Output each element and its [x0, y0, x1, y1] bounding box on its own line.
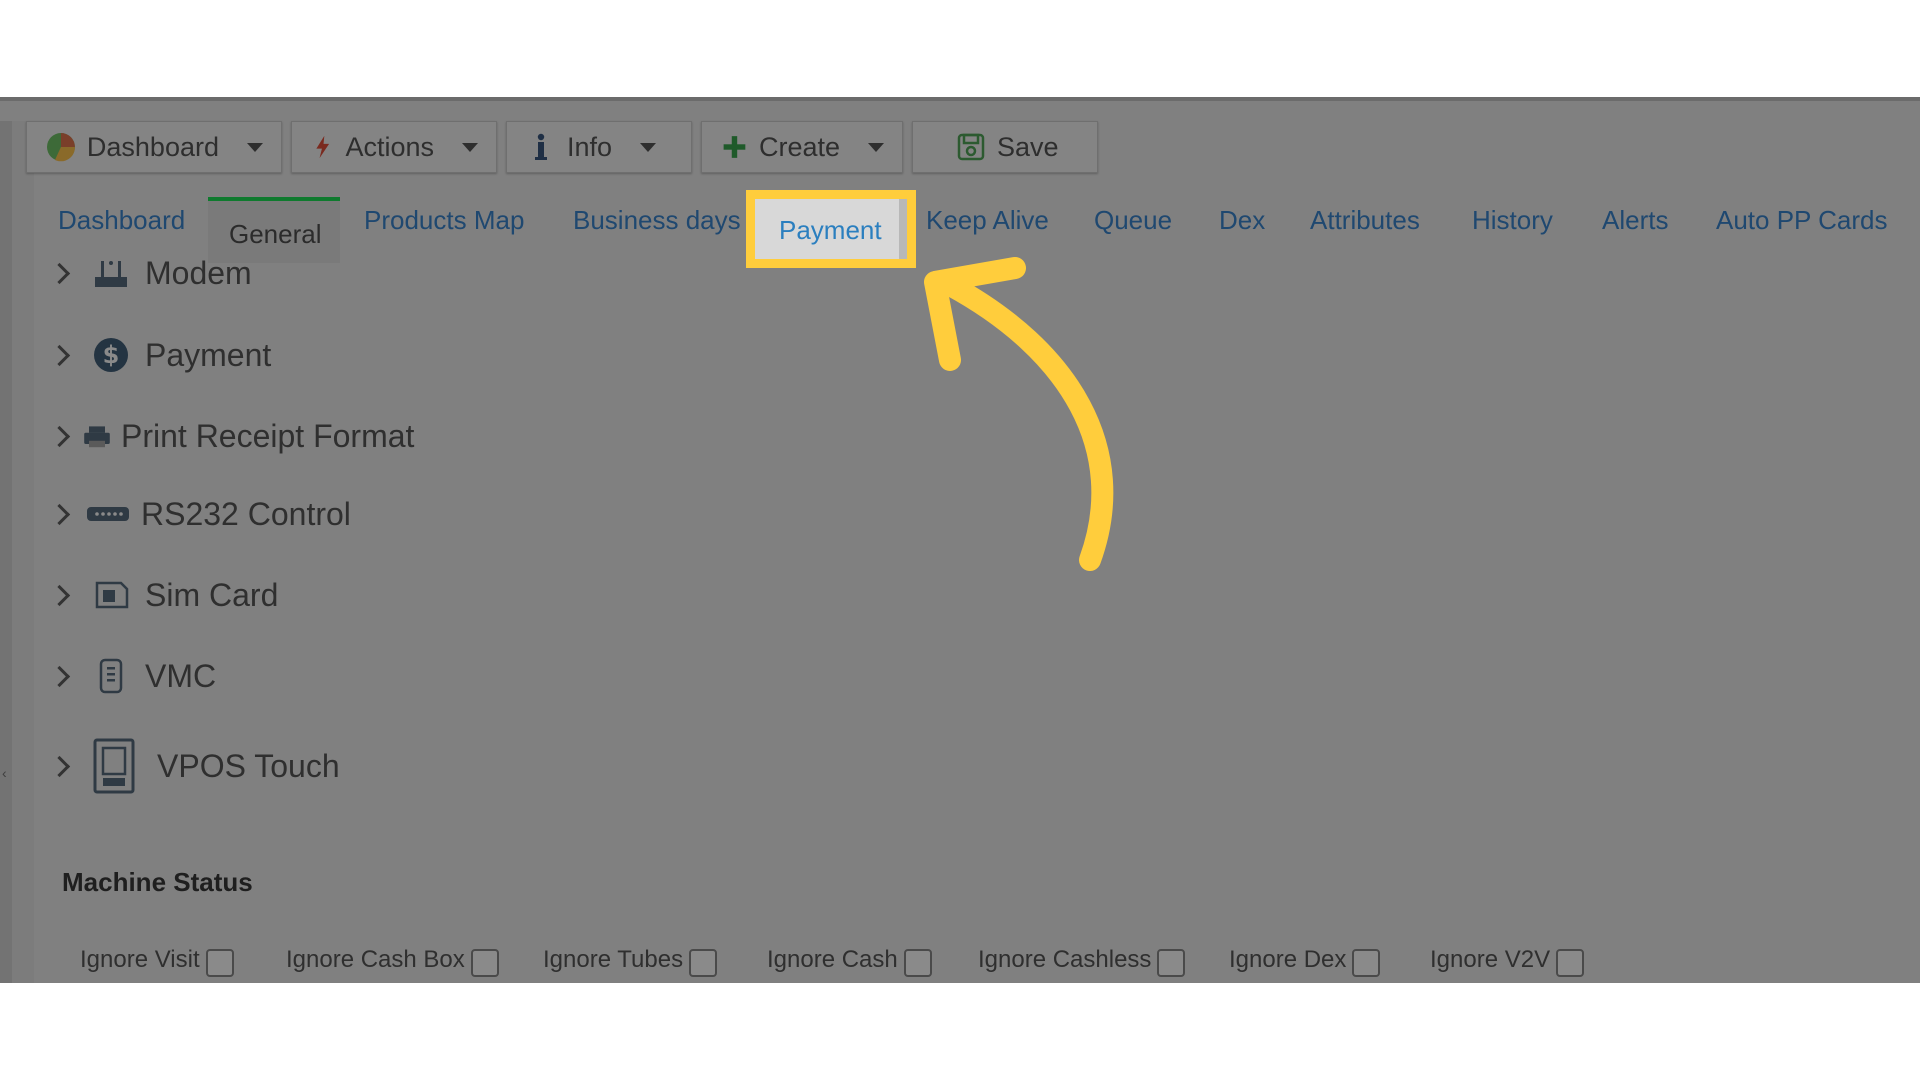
lightning-icon — [316, 135, 330, 159]
tree-item-rs232-control[interactable]: RS232 Control — [48, 490, 351, 538]
tree-item-label: Modem — [145, 254, 252, 291]
ignore-v2v-checkbox[interactable] — [1556, 949, 1585, 977]
dashboard-dropdown-button[interactable]: Dashboard — [26, 121, 282, 173]
window-top-border — [0, 97, 1920, 101]
dashboard-button-label: Dashboard — [86, 131, 219, 162]
tab-dex[interactable]: Dex — [1219, 205, 1265, 236]
tree-item-label: RS232 Control — [141, 495, 351, 532]
ignore-visit-checkbox[interactable] — [205, 949, 234, 977]
tree-item-vpos-touch[interactable]: VPOS Touch — [48, 737, 340, 795]
actions-button-label: Actions — [345, 131, 434, 162]
ignore-visit-checkbox-group: Ignore Visit — [80, 943, 234, 977]
chevron-right-icon[interactable] — [48, 503, 71, 525]
chevron-right-icon[interactable] — [48, 584, 71, 606]
tab-payment[interactable]: Payment — [746, 190, 916, 268]
chevron-right-icon[interactable] — [48, 425, 71, 447]
pie-chart-icon — [46, 133, 75, 162]
sim-card-icon — [95, 581, 129, 609]
machine-status-title: Machine Status — [62, 867, 253, 897]
checkbox-label: Ignore Dex — [1229, 946, 1347, 973]
info-dropdown-button[interactable]: Info — [506, 121, 692, 173]
ignore-dex-checkbox-group: Ignore Dex — [1229, 943, 1381, 977]
tree-item-label: Print Receipt Format — [121, 417, 415, 454]
chevron-down-icon — [247, 142, 263, 152]
tab-alerts[interactable]: Alerts — [1602, 205, 1668, 236]
tree-item-label: VMC — [145, 657, 217, 694]
checkbox-label: Ignore Tubes — [543, 946, 684, 973]
chevron-down-icon — [640, 142, 657, 152]
checkbox-label: Ignore Cashless — [978, 946, 1152, 973]
tree-item-sim-card[interactable]: Sim Card — [48, 571, 279, 619]
tree-item-label: VPOS Touch — [157, 747, 340, 784]
tab-bar: Dashboard General Products Map Business … — [0, 197, 1920, 263]
checkbox-label: Ignore Cash — [767, 946, 898, 973]
info-icon — [535, 133, 547, 160]
vmc-icon — [99, 658, 123, 694]
printer-icon — [84, 426, 110, 448]
tab-auto-pp-cards[interactable]: Auto PP Cards — [1716, 205, 1888, 236]
app-window: ‹ Dashboard Actions Info Create Save Das… — [0, 97, 1920, 983]
ignore-cash-checkbox-group: Ignore Cash — [767, 943, 932, 977]
chevron-down-icon — [462, 142, 478, 152]
chevron-right-icon[interactable] — [48, 344, 71, 366]
create-button-label: Create — [758, 131, 840, 162]
ignore-tubes-checkbox-group: Ignore Tubes — [543, 943, 718, 977]
ignore-cash-box-checkbox[interactable] — [470, 949, 499, 977]
plus-icon — [723, 136, 746, 158]
tab-business-days[interactable]: Business days — [573, 205, 741, 236]
checkbox-label: Ignore Cash Box — [286, 946, 465, 973]
tab-dashboard[interactable]: Dashboard — [58, 205, 185, 236]
tab-general-label: General — [229, 219, 322, 249]
chevron-down-icon — [868, 142, 884, 152]
ignore-tubes-checkbox[interactable] — [689, 949, 718, 977]
ignore-v2v-checkbox-group: Ignore V2V — [1430, 943, 1585, 977]
tree-item-label: Payment — [145, 336, 272, 373]
tree-item-payment[interactable]: $ Payment — [48, 331, 272, 379]
chevron-right-icon[interactable] — [48, 755, 71, 777]
tab-products-map[interactable]: Products Map — [364, 205, 524, 236]
save-disk-icon — [957, 133, 985, 161]
ignore-cash-checkbox[interactable] — [903, 949, 932, 977]
save-button[interactable]: Save — [912, 121, 1098, 173]
serial-port-icon — [87, 507, 129, 521]
tree-item-vmc[interactable]: VMC — [48, 652, 217, 700]
tab-keep-alive[interactable]: Keep Alive — [926, 205, 1049, 236]
tab-queue[interactable]: Queue — [1094, 205, 1172, 236]
info-button-label: Info — [567, 131, 613, 162]
checkbox-label: Ignore V2V — [1430, 946, 1551, 973]
ignore-dex-checkbox[interactable] — [1352, 949, 1381, 977]
chevron-right-icon[interactable] — [48, 665, 71, 687]
collapse-handle-icon[interactable]: ‹ — [2, 766, 7, 780]
create-dropdown-button[interactable]: Create — [701, 121, 903, 173]
save-button-label: Save — [997, 131, 1059, 162]
chevron-right-icon[interactable] — [48, 262, 71, 284]
actions-dropdown-button[interactable]: Actions — [291, 121, 497, 173]
tree-item-modem[interactable]: Modem — [48, 249, 252, 297]
tree-item-label: Sim Card — [145, 576, 279, 613]
tab-history[interactable]: History — [1472, 205, 1553, 236]
ignore-cash-box-checkbox-group: Ignore Cash Box — [286, 943, 499, 977]
tab-attributes[interactable]: Attributes — [1310, 205, 1420, 236]
ignore-cashless-checkbox-group: Ignore Cashless — [978, 943, 1186, 977]
toolbar: Dashboard Actions Info Create Save — [26, 121, 1098, 177]
tab-payment-label: Payment — [779, 215, 882, 245]
svg-text:$: $ — [103, 341, 120, 369]
checkbox-label: Ignore Visit — [80, 946, 200, 973]
vpos-touch-icon — [93, 738, 135, 794]
dollar-icon: $ — [94, 338, 128, 372]
tree-item-print-receipt-format[interactable]: Print Receipt Format — [48, 412, 415, 460]
ignore-cashless-checkbox[interactable] — [1157, 949, 1186, 977]
modem-icon — [95, 261, 127, 287]
